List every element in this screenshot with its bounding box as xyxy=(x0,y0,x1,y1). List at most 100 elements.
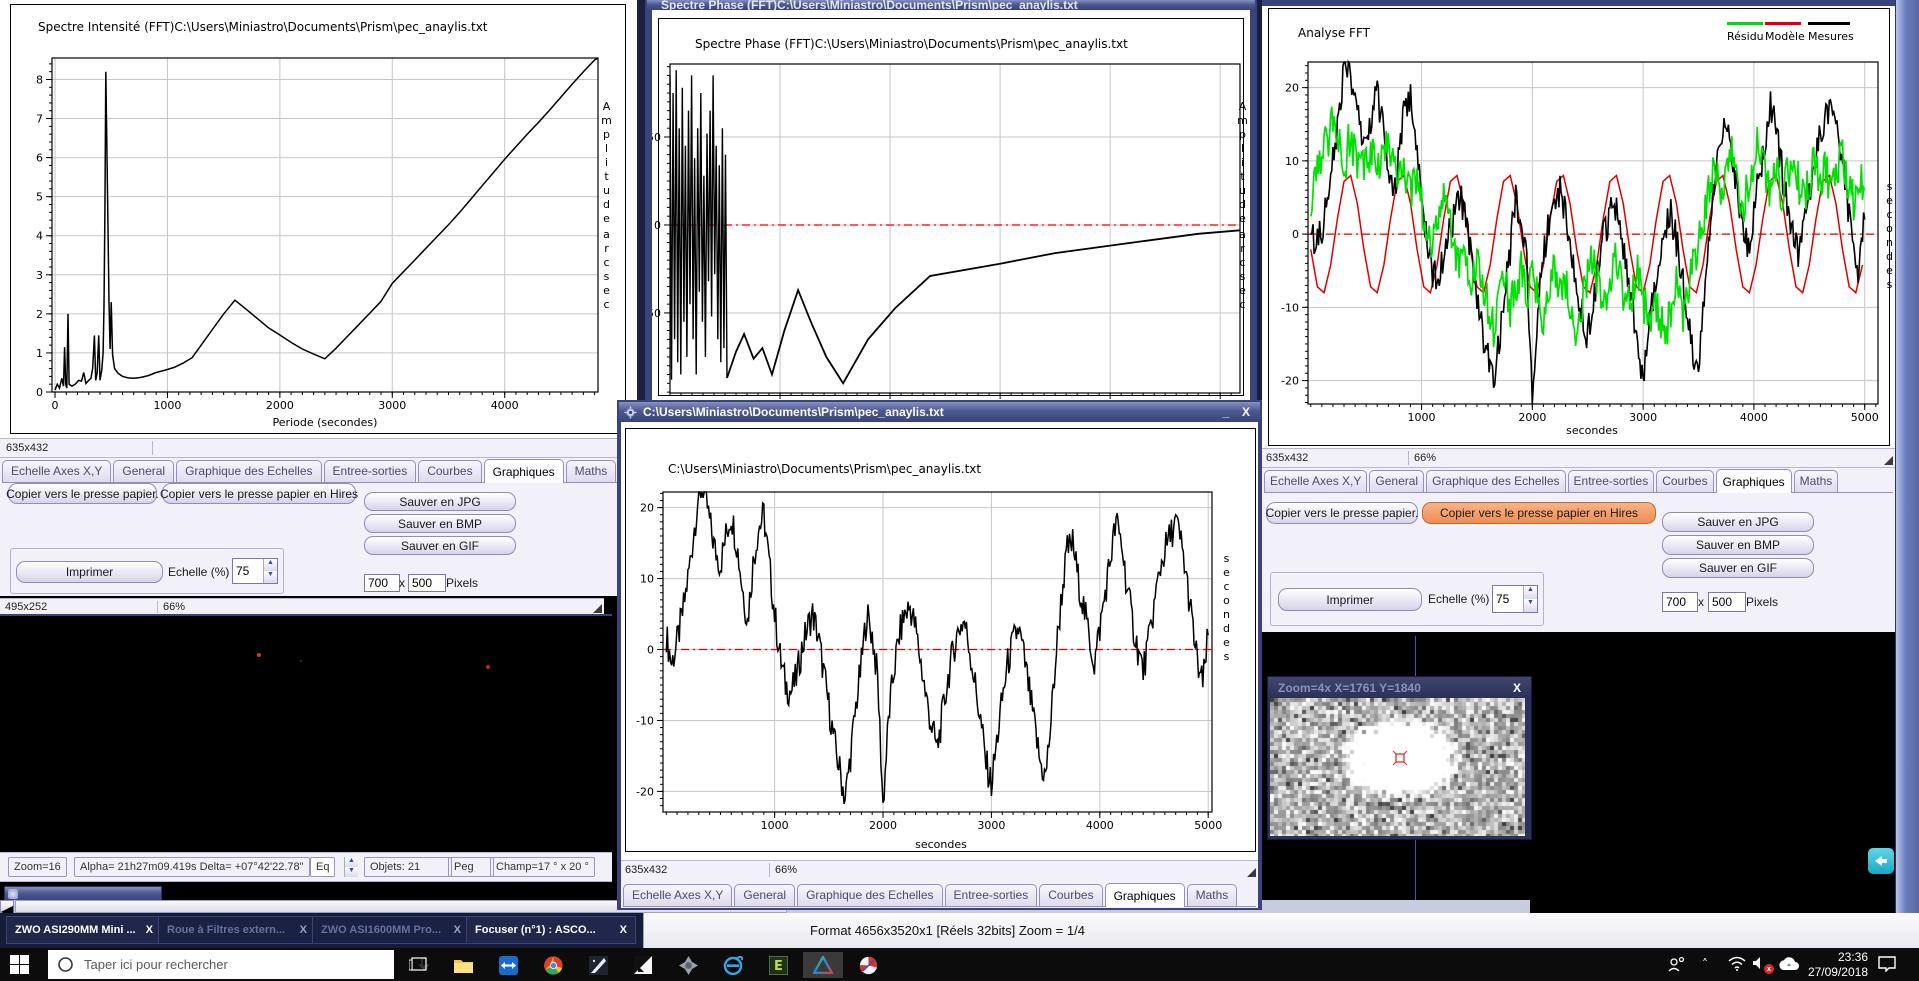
taskbar-icon-teamviewer[interactable] xyxy=(488,952,528,978)
window-spectre-intensite: Spectre Intensité (FFT)C:\Users\Miniastr… xyxy=(0,0,637,596)
doc-tab-roue-filtres[interactable]: Roue à Filtres extern... X xyxy=(158,916,316,944)
scale-value[interactable]: 75 xyxy=(1493,586,1523,612)
scale-value[interactable]: 75 xyxy=(233,559,263,583)
tab-graphiques[interactable]: Graphiques xyxy=(484,459,564,483)
svg-text:1: 1 xyxy=(36,347,43,360)
tray-people-icon[interactable] xyxy=(1668,956,1686,973)
copy-clipboard-button[interactable]: Copier vers le presse papier. xyxy=(1266,502,1418,524)
close-icon[interactable]: X xyxy=(620,924,627,936)
tab-graphique-des-echelles[interactable]: Graphique des Echelles xyxy=(1426,470,1565,492)
taskbar-icon-task-view[interactable] xyxy=(398,952,438,978)
tab-entree-sorties[interactable]: Entree-sorties xyxy=(1568,470,1655,492)
doc-tab-focuser[interactable]: Focuser (n°1) : ASCO... X xyxy=(466,916,636,944)
doc-tab-zwo-asi1600[interactable]: ZWO ASI1600MM Pro... X xyxy=(312,916,470,944)
tab-graphique-des-echelles[interactable]: Graphique des Echelles xyxy=(176,460,321,482)
scale-spinner-arrows[interactable]: ▲▼ xyxy=(263,559,277,583)
doc-tab-zwo-asi290[interactable]: ZWO ASI290MM Mini ... X xyxy=(6,916,162,944)
search-box[interactable]: Taper ici pour rechercher xyxy=(48,950,394,979)
tray-onedrive-icon[interactable] xyxy=(1778,957,1800,971)
close-icon[interactable]: X xyxy=(454,924,461,936)
svg-text:-20: -20 xyxy=(636,785,654,798)
close-icon[interactable]: X xyxy=(300,924,307,936)
pixels-height-input[interactable]: 500 xyxy=(1708,592,1746,612)
svg-text:5: 5 xyxy=(36,191,43,204)
svg-text:-10: -10 xyxy=(1281,301,1299,314)
taskbar-icon-file-explorer[interactable] xyxy=(443,952,483,978)
sky-canvas[interactable] xyxy=(0,616,612,852)
taskbar-icon-prism-active[interactable] xyxy=(803,952,843,978)
close-icon[interactable]: X xyxy=(1238,405,1254,419)
tab-entree-sorties[interactable]: Entree-sorties xyxy=(324,460,417,482)
notification-icon[interactable] xyxy=(1868,848,1894,874)
svg-text:2000: 2000 xyxy=(266,399,294,412)
tab-general[interactable]: General xyxy=(1369,470,1424,492)
taskbar-icon-skychart[interactable] xyxy=(668,952,708,978)
taskbar-icon-photos[interactable] xyxy=(578,952,618,978)
save-jpg-button[interactable]: Sauver en JPG xyxy=(1662,512,1814,532)
zoombox-titlebar[interactable]: Zoom=4x X=1761 Y=1840 X xyxy=(1268,677,1531,698)
phase-ylabel-arcsec: arcsec xyxy=(1237,228,1248,312)
close-icon[interactable]: X xyxy=(1509,681,1525,695)
save-gif-button[interactable]: Sauver en GIF xyxy=(364,536,516,555)
print-button[interactable]: Imprimer xyxy=(16,561,163,583)
zoombox-title-text: Zoom=4x X=1761 Y=1840 xyxy=(1278,681,1421,695)
copy-clipboard-hires-button[interactable]: Copier vers le presse papier en Hires xyxy=(1422,502,1656,524)
pixels-width-input[interactable]: 700 xyxy=(1662,592,1698,612)
taskbar-icon-internet-explorer[interactable] xyxy=(713,952,753,978)
save-gif-button[interactable]: Sauver en GIF xyxy=(1662,558,1814,578)
start-button[interactable] xyxy=(10,955,40,975)
tab-entree-sorties[interactable]: Entree-sorties xyxy=(945,884,1038,906)
sky-frame-combo[interactable]: Eq xyxy=(310,857,335,877)
tab-graphiques[interactable]: Graphiques xyxy=(1716,469,1792,493)
sky-field-box: Champ=17 ° x 20 ° xyxy=(490,857,595,877)
resize-grip[interactable] xyxy=(593,604,602,613)
resize-grip[interactable] xyxy=(1247,868,1256,877)
tab-courbes[interactable]: Courbes xyxy=(1656,470,1713,492)
tab-maths[interactable]: Maths xyxy=(566,460,617,482)
tab-maths[interactable]: Maths xyxy=(1794,470,1839,492)
tab-graphiques[interactable]: Graphiques xyxy=(1105,883,1185,907)
tab-maths[interactable]: Maths xyxy=(1187,884,1238,906)
taskbar-icon-eqmod[interactable]: E xyxy=(758,952,798,978)
copy-clipboard-button[interactable]: Copier vers le presse papier. xyxy=(8,483,157,504)
window-analyse-fft: Analyse FFT Résidu Modèle Mesures 100020… xyxy=(1262,0,1895,632)
tab-echelle-axes[interactable]: Echelle Axes X,Y xyxy=(623,884,732,906)
tray-speaker-muted-icon[interactable]: x xyxy=(1752,956,1772,973)
copy-clipboard-hires-button[interactable]: Copier vers le presse papier en Hires xyxy=(162,483,356,504)
sky-frame-spinner[interactable]: ▲▼ xyxy=(344,857,358,877)
taskbar-icon-phd2[interactable] xyxy=(848,952,888,978)
taskbar-icon-chrome[interactable] xyxy=(533,952,573,978)
tab-echelle-axes[interactable]: Echelle Axes X,Y xyxy=(2,460,111,482)
svg-text:2000: 2000 xyxy=(1518,411,1546,424)
save-jpg-button[interactable]: Sauver en JPG xyxy=(364,492,516,511)
taskbar-icon-movies[interactable] xyxy=(623,952,663,978)
resize-grip[interactable] xyxy=(1884,456,1893,465)
pixels-height-input[interactable]: 500 xyxy=(408,574,446,592)
action-center-icon[interactable] xyxy=(1878,956,1896,972)
print-button[interactable]: Imprimer xyxy=(1278,588,1422,611)
tab-general[interactable]: General xyxy=(113,460,174,482)
minimize-icon[interactable]: _ xyxy=(1218,405,1234,419)
tab-courbes[interactable]: Courbes xyxy=(418,460,481,482)
tray-chevron-up-icon[interactable]: ˄ xyxy=(1702,957,1708,971)
scale-spinner[interactable]: 75 ▲▼ xyxy=(1492,585,1538,613)
tab-echelle-axes[interactable]: Echelle Axes X,Y xyxy=(1264,470,1367,492)
tab-graphique-des-echelles[interactable]: Graphique des Echelles xyxy=(797,884,942,906)
tab-general[interactable]: General xyxy=(734,884,795,906)
save-bmp-button[interactable]: Sauver en BMP xyxy=(1662,535,1814,555)
tray-wifi-icon[interactable] xyxy=(1728,956,1746,971)
scale-spinner-arrows[interactable]: ▲▼ xyxy=(1523,586,1537,612)
svg-text:-50: -50 xyxy=(652,307,661,320)
phase-chart: 500-50 xyxy=(652,10,1250,430)
scrollbar-left-arrow[interactable]: ◀ xyxy=(0,900,14,913)
phase-titlebar[interactable]: Spectre Phase (FFT)C:\Users\Miniastro\Do… xyxy=(647,0,1255,10)
pec-titlebar[interactable]: C:\Users\Miniastro\Documents\Prism\pec_a… xyxy=(619,402,1260,422)
tab-courbes[interactable]: Courbes xyxy=(1039,884,1102,906)
pixels-width-input[interactable]: 700 xyxy=(364,574,400,592)
svg-text:4000: 4000 xyxy=(491,399,519,412)
save-bmp-button[interactable]: Sauver en BMP xyxy=(364,514,516,533)
sky-size-value: 495x252 xyxy=(5,601,47,613)
close-icon[interactable]: X xyxy=(146,924,153,936)
scale-spinner[interactable]: 75 ▲▼ xyxy=(232,558,278,584)
tray-clock[interactable]: 23:36 27/09/2018 xyxy=(1800,950,1868,980)
